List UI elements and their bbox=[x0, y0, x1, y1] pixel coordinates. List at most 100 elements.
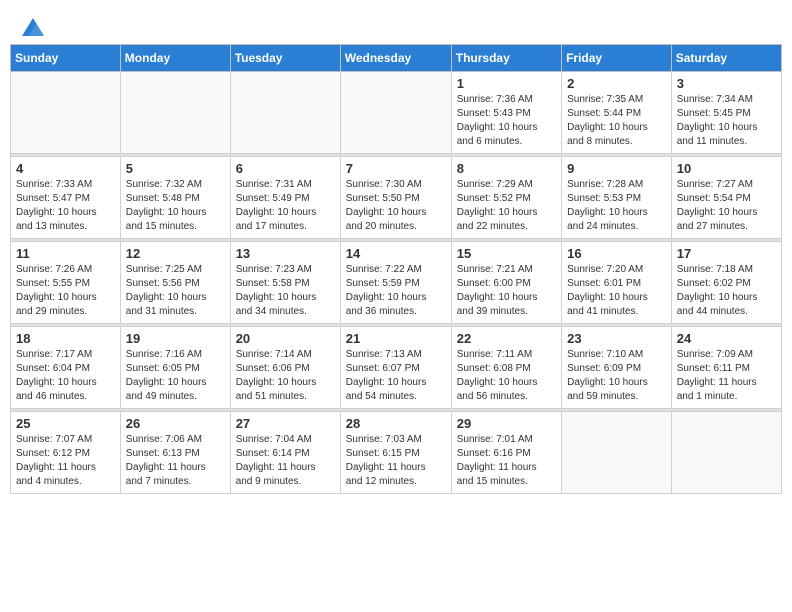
header bbox=[0, 0, 792, 44]
calendar-cell bbox=[11, 72, 121, 154]
day-number: 5 bbox=[126, 161, 225, 176]
day-number: 25 bbox=[16, 416, 115, 431]
day-info: Sunrise: 7:28 AM Sunset: 5:53 PM Dayligh… bbox=[567, 178, 666, 234]
day-info: Sunrise: 7:21 AM Sunset: 6:00 PM Dayligh… bbox=[457, 263, 556, 319]
day-info: Sunrise: 7:25 AM Sunset: 5:56 PM Dayligh… bbox=[126, 263, 225, 319]
calendar-table: SundayMondayTuesdayWednesdayThursdayFrid… bbox=[10, 44, 782, 494]
day-info: Sunrise: 7:13 AM Sunset: 6:07 PM Dayligh… bbox=[346, 348, 446, 404]
calendar-cell: 23Sunrise: 7:10 AM Sunset: 6:09 PM Dayli… bbox=[562, 327, 672, 409]
calendar-cell: 29Sunrise: 7:01 AM Sunset: 6:16 PM Dayli… bbox=[451, 412, 561, 494]
calendar-cell bbox=[120, 72, 230, 154]
day-number: 16 bbox=[567, 246, 666, 261]
day-number: 7 bbox=[346, 161, 446, 176]
day-number: 18 bbox=[16, 331, 115, 346]
day-number: 21 bbox=[346, 331, 446, 346]
calendar-cell: 17 Sunrise: 7:18 AM Sunset: 6:02 PM Dayli… bbox=[671, 242, 781, 324]
day-info: Sunrise: 7:04 AM Sunset: 6:14 PM Dayligh… bbox=[236, 433, 335, 489]
calendar-week-row: 25 Sunrise: 7:07 AM Sunset: 6:12 PM Dayli… bbox=[11, 412, 782, 494]
calendar-cell: 1 Sunrise: 7:36 AM Sunset: 5:43 PM Daylig… bbox=[451, 72, 561, 154]
day-number: 4 bbox=[16, 161, 115, 176]
day-number: 10 bbox=[677, 161, 776, 176]
calendar-cell: 18 Sunrise: 7:17 AM Sunset: 6:04 PM Dayli… bbox=[11, 327, 121, 409]
calendar-cell: 9 Sunrise: 7:28 AM Sunset: 5:53 PM Daylig… bbox=[562, 157, 672, 239]
day-number: 24 bbox=[677, 331, 776, 346]
day-number: 28 bbox=[346, 416, 446, 431]
day-number: 22 bbox=[457, 331, 556, 346]
day-number: 19 bbox=[126, 331, 225, 346]
day-number: 2 bbox=[567, 76, 666, 91]
day-info: Sunrise: 7:36 AM Sunset: 5:43 PM Dayligh… bbox=[457, 93, 556, 149]
day-info: Sunrise: 7:14 AM Sunset: 6:06 PM Dayligh… bbox=[236, 348, 335, 404]
day-number: 15 bbox=[457, 246, 556, 261]
day-of-week-header: Wednesday bbox=[340, 45, 451, 72]
day-number: 1 bbox=[457, 76, 556, 91]
day-number: 8 bbox=[457, 161, 556, 176]
calendar-cell: 19 Sunrise: 7:16 AM Sunset: 6:05 PM Dayli… bbox=[120, 327, 230, 409]
calendar-cell: 11 Sunrise: 7:26 AM Sunset: 5:55 PM Dayli… bbox=[11, 242, 121, 324]
day-of-week-header: Thursday bbox=[451, 45, 561, 72]
calendar-cell: 13Sunrise: 7:23 AM Sunset: 5:58 PM Dayli… bbox=[230, 242, 340, 324]
day-info: Sunrise: 7:07 AM Sunset: 6:12 PM Dayligh… bbox=[16, 433, 115, 489]
day-number: 3 bbox=[677, 76, 776, 91]
calendar-cell: 15 Sunrise: 7:21 AM Sunset: 6:00 PM Dayli… bbox=[451, 242, 561, 324]
calendar-cell: 5 Sunrise: 7:32 AM Sunset: 5:48 PM Daylig… bbox=[120, 157, 230, 239]
calendar-cell bbox=[230, 72, 340, 154]
calendar-cell: 24 Sunrise: 7:09 AM Sunset: 6:11 PM Dayli… bbox=[671, 327, 781, 409]
logo-icon bbox=[22, 18, 44, 36]
calendar-cell: 21 Sunrise: 7:13 AM Sunset: 6:07 PM Dayli… bbox=[340, 327, 451, 409]
calendar-cell: 3 Sunrise: 7:34 AM Sunset: 5:45 PM Daylig… bbox=[671, 72, 781, 154]
day-info: Sunrise: 7:22 AM Sunset: 5:59 PM Dayligh… bbox=[346, 263, 446, 319]
calendar-cell: 10 Sunrise: 7:27 AM Sunset: 5:54 PM Dayli… bbox=[671, 157, 781, 239]
day-info: Sunrise: 7:29 AM Sunset: 5:52 PM Dayligh… bbox=[457, 178, 556, 234]
calendar-cell: 4 Sunrise: 7:33 AM Sunset: 5:47 PM Daylig… bbox=[11, 157, 121, 239]
day-info: Sunrise: 7:01 AM Sunset: 6:16 PM Dayligh… bbox=[457, 433, 556, 489]
calendar-cell: 22 Sunrise: 7:11 AM Sunset: 6:08 PM Dayli… bbox=[451, 327, 561, 409]
day-info: Sunrise: 7:06 AM Sunset: 6:13 PM Dayligh… bbox=[126, 433, 225, 489]
calendar-cell: 8 Sunrise: 7:29 AM Sunset: 5:52 PM Daylig… bbox=[451, 157, 561, 239]
day-number: 11 bbox=[16, 246, 115, 261]
calendar-cell: 12 Sunrise: 7:25 AM Sunset: 5:56 PM Dayli… bbox=[120, 242, 230, 324]
day-info: Sunrise: 7:30 AM Sunset: 5:50 PM Dayligh… bbox=[346, 178, 446, 234]
calendar-week-row: 11 Sunrise: 7:26 AM Sunset: 5:55 PM Dayli… bbox=[11, 242, 782, 324]
calendar-cell bbox=[340, 72, 451, 154]
day-info: Sunrise: 7:03 AM Sunset: 6:15 PM Dayligh… bbox=[346, 433, 446, 489]
day-of-week-header: Monday bbox=[120, 45, 230, 72]
day-of-week-header: Friday bbox=[562, 45, 672, 72]
day-info: Sunrise: 7:20 AM Sunset: 6:01 PM Dayligh… bbox=[567, 263, 666, 319]
calendar-cell: 6Sunrise: 7:31 AM Sunset: 5:49 PM Daylig… bbox=[230, 157, 340, 239]
calendar-cell: 28 Sunrise: 7:03 AM Sunset: 6:15 PM Dayli… bbox=[340, 412, 451, 494]
day-of-week-header: Saturday bbox=[671, 45, 781, 72]
day-number: 9 bbox=[567, 161, 666, 176]
day-info: Sunrise: 7:09 AM Sunset: 6:11 PM Dayligh… bbox=[677, 348, 776, 404]
day-number: 20 bbox=[236, 331, 335, 346]
calendar-week-row: 1 Sunrise: 7:36 AM Sunset: 5:43 PM Daylig… bbox=[11, 72, 782, 154]
day-info: Sunrise: 7:34 AM Sunset: 5:45 PM Dayligh… bbox=[677, 93, 776, 149]
calendar-cell: 25 Sunrise: 7:07 AM Sunset: 6:12 PM Dayli… bbox=[11, 412, 121, 494]
day-number: 26 bbox=[126, 416, 225, 431]
calendar-cell: 7 Sunrise: 7:30 AM Sunset: 5:50 PM Daylig… bbox=[340, 157, 451, 239]
day-number: 14 bbox=[346, 246, 446, 261]
day-info: Sunrise: 7:17 AM Sunset: 6:04 PM Dayligh… bbox=[16, 348, 115, 404]
calendar-cell: 27 Sunrise: 7:04 AM Sunset: 6:14 PM Dayli… bbox=[230, 412, 340, 494]
calendar-cell bbox=[671, 412, 781, 494]
day-info: Sunrise: 7:18 AM Sunset: 6:02 PM Dayligh… bbox=[677, 263, 776, 319]
calendar-cell: 14 Sunrise: 7:22 AM Sunset: 5:59 PM Dayli… bbox=[340, 242, 451, 324]
day-number: 17 bbox=[677, 246, 776, 261]
calendar-cell bbox=[562, 412, 672, 494]
calendar-cell: 26 Sunrise: 7:06 AM Sunset: 6:13 PM Dayli… bbox=[120, 412, 230, 494]
day-info: Sunrise: 7:26 AM Sunset: 5:55 PM Dayligh… bbox=[16, 263, 115, 319]
day-info: Sunrise: 7:11 AM Sunset: 6:08 PM Dayligh… bbox=[457, 348, 556, 404]
day-number: 12 bbox=[126, 246, 225, 261]
day-info: Sunrise: 7:27 AM Sunset: 5:54 PM Dayligh… bbox=[677, 178, 776, 234]
day-number: 23 bbox=[567, 331, 666, 346]
day-number: 27 bbox=[236, 416, 335, 431]
day-info: Sunrise: 7:16 AM Sunset: 6:05 PM Dayligh… bbox=[126, 348, 225, 404]
calendar-cell: 20 Sunrise: 7:14 AM Sunset: 6:06 PM Dayli… bbox=[230, 327, 340, 409]
day-info: Sunrise: 7:33 AM Sunset: 5:47 PM Dayligh… bbox=[16, 178, 115, 234]
calendar-week-row: 18 Sunrise: 7:17 AM Sunset: 6:04 PM Dayli… bbox=[11, 327, 782, 409]
day-info: Sunrise: 7:32 AM Sunset: 5:48 PM Dayligh… bbox=[126, 178, 225, 234]
day-number: 6 bbox=[236, 161, 335, 176]
calendar-cell: 2Sunrise: 7:35 AM Sunset: 5:44 PM Daylig… bbox=[562, 72, 672, 154]
logo bbox=[20, 16, 44, 36]
day-of-week-header: Sunday bbox=[11, 45, 121, 72]
